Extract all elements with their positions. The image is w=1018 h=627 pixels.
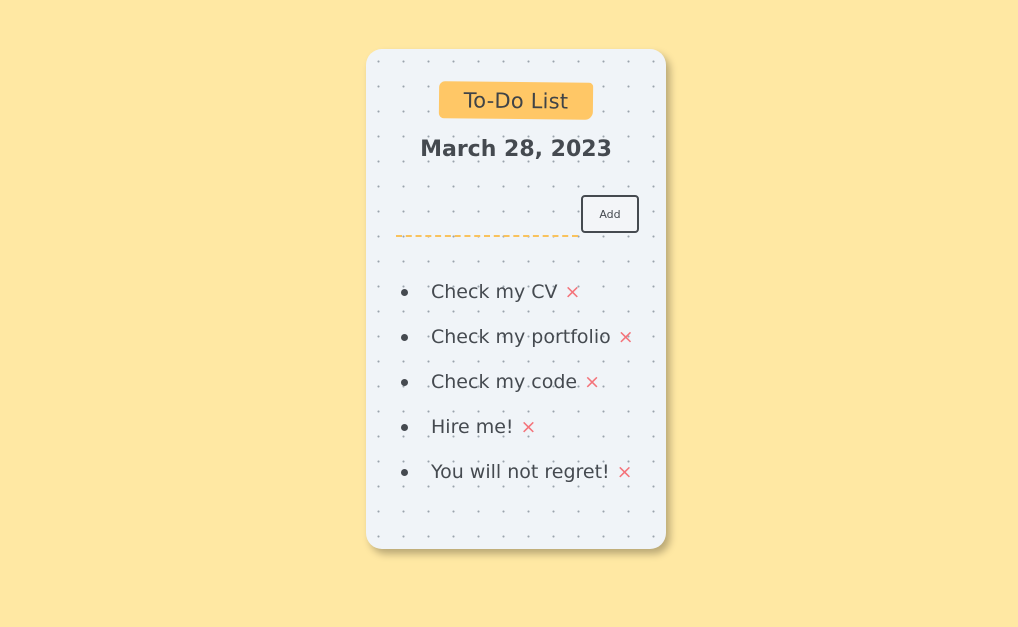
task-item: Check my CV × [394, 281, 634, 326]
current-date: March 28, 2023 [420, 137, 612, 162]
task-input[interactable] [396, 209, 578, 237]
delete-icon[interactable]: × [565, 281, 581, 303]
delete-icon[interactable]: × [521, 416, 537, 438]
add-button[interactable]: Add [581, 195, 639, 233]
task-item: Check my code × [394, 371, 634, 416]
bullet-icon [401, 424, 408, 431]
todo-card: To-Do List March 28, 2023 Add Check my C… [366, 49, 666, 549]
delete-icon[interactable]: × [618, 326, 634, 348]
bullet-icon [401, 289, 408, 296]
delete-icon[interactable]: × [617, 461, 633, 483]
task-list: Check my CV × Check my portfolio × Check… [394, 281, 634, 506]
task-text[interactable]: Check my portfolio [431, 326, 611, 348]
task-item: Hire me! × [394, 416, 634, 461]
bullet-icon [401, 334, 408, 341]
delete-icon[interactable]: × [584, 371, 600, 393]
bullet-icon [401, 469, 408, 476]
task-text[interactable]: Check my code [431, 371, 577, 393]
task-item: Check my portfolio × [394, 326, 634, 371]
task-text[interactable]: Check my CV [431, 281, 558, 303]
task-item: You will not regret! × [394, 461, 634, 506]
task-text[interactable]: Hire me! [431, 416, 514, 438]
app-title: To-Do List [463, 87, 569, 114]
bullet-icon [401, 379, 408, 386]
title-tag: To-Do List [438, 81, 594, 120]
task-text[interactable]: You will not regret! [431, 461, 610, 483]
